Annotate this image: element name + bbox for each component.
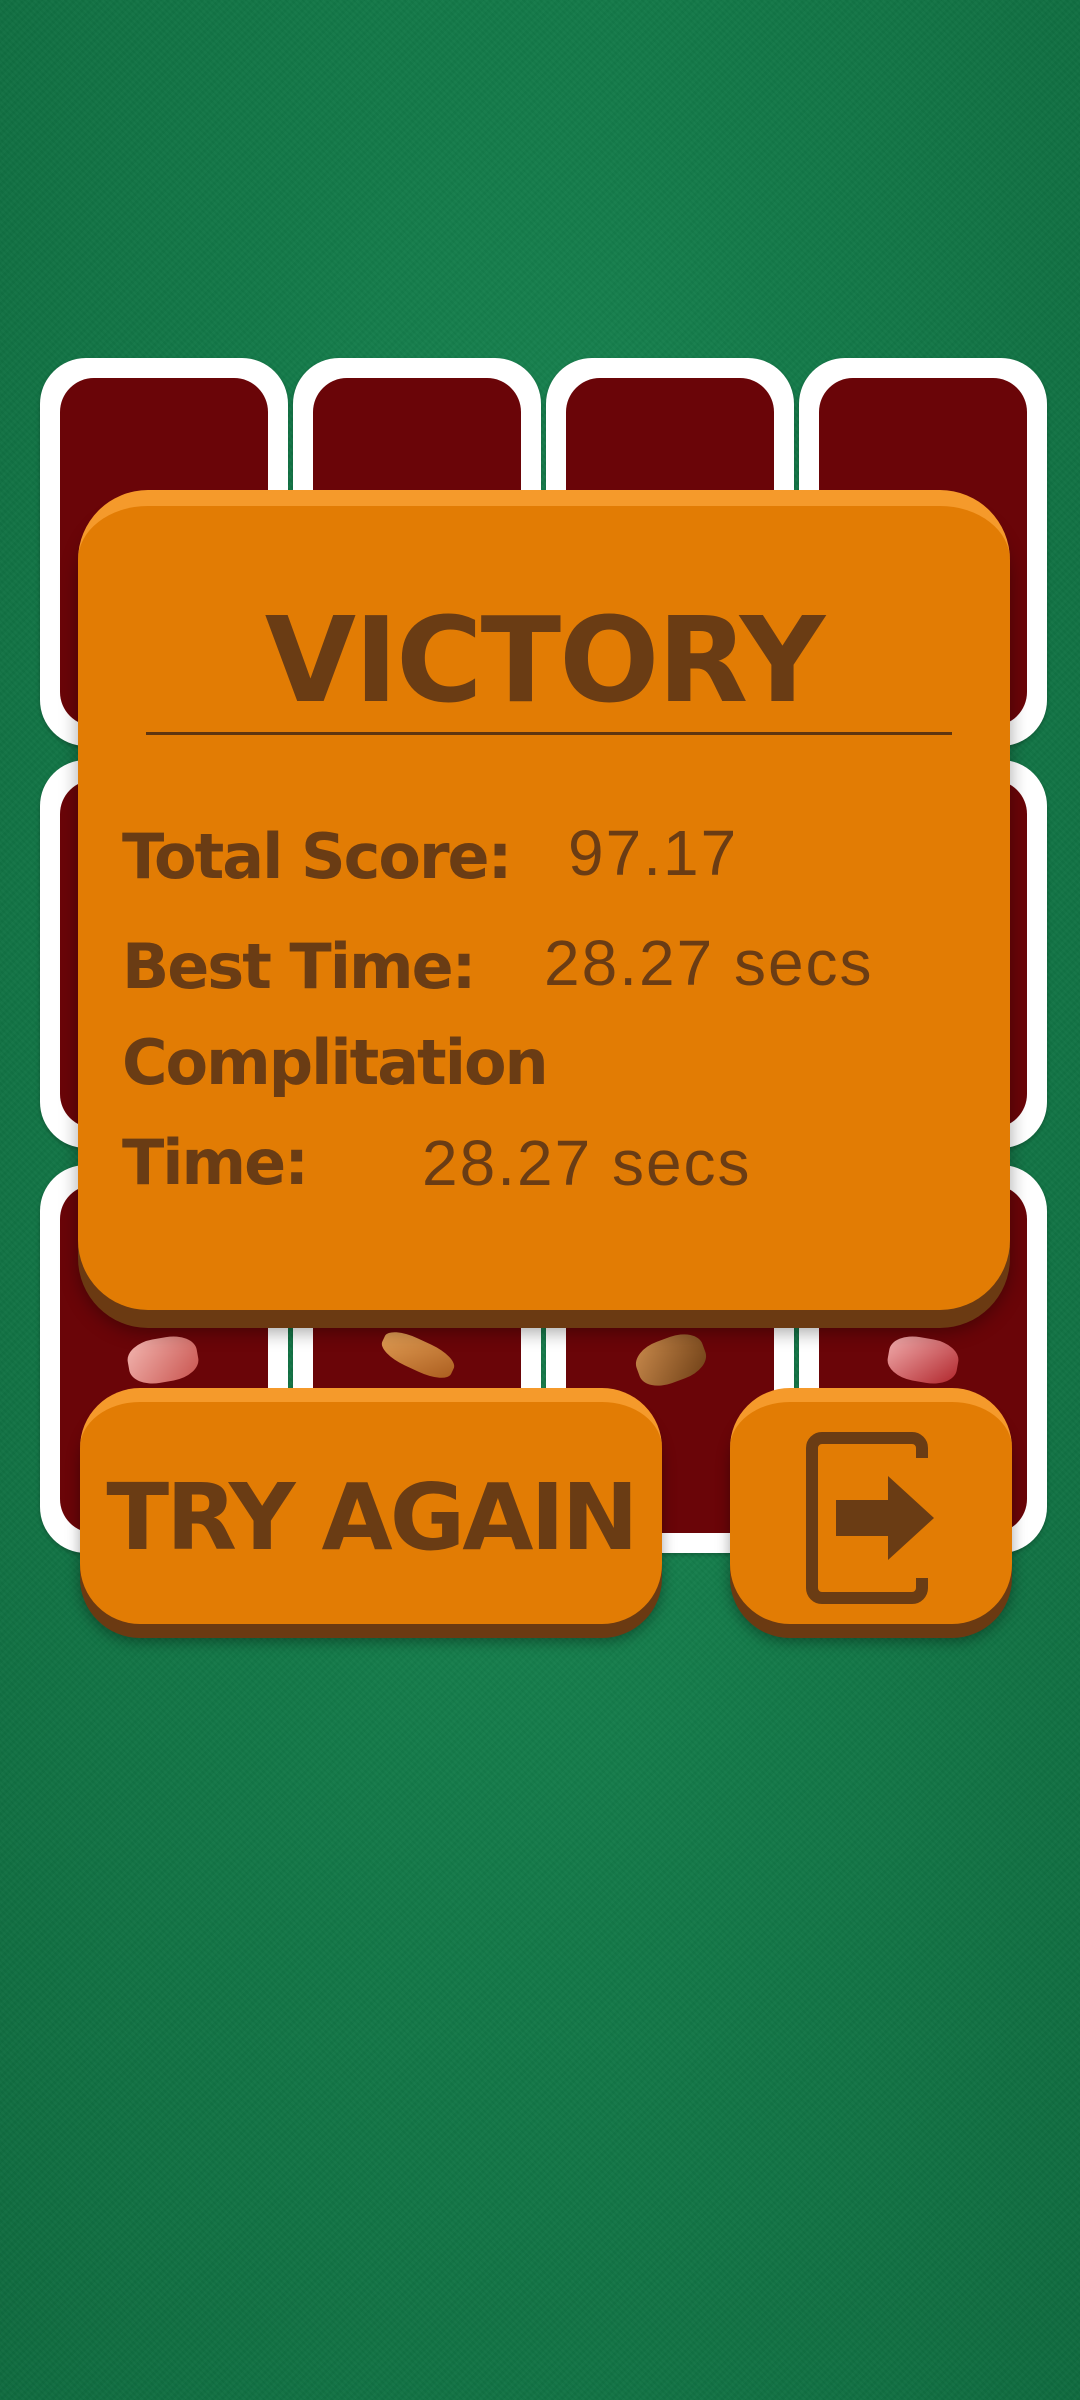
best-time-value: 28.27 secs — [544, 927, 874, 999]
total-score-label: Total Score: — [122, 820, 512, 893]
victory-dialog: VICTORY Total Score: 97.17 Best Time: 28… — [78, 490, 1010, 1310]
best-time-label: Best Time: — [122, 930, 476, 1003]
exit-icon — [806, 1432, 936, 1604]
completion-time-label-line2: Time: — [122, 1126, 309, 1199]
exit-button[interactable] — [730, 1388, 1012, 1624]
try-again-label: TRY AGAIN — [106, 1464, 638, 1571]
completion-time-label-line1: Complitation — [122, 1026, 549, 1099]
completion-time-value: 28.27 secs — [422, 1127, 752, 1199]
try-again-button[interactable]: TRY AGAIN — [80, 1388, 662, 1624]
total-score-value: 97.17 — [568, 817, 739, 889]
title-divider — [146, 732, 952, 735]
dialog-title: VICTORY — [264, 591, 825, 729]
